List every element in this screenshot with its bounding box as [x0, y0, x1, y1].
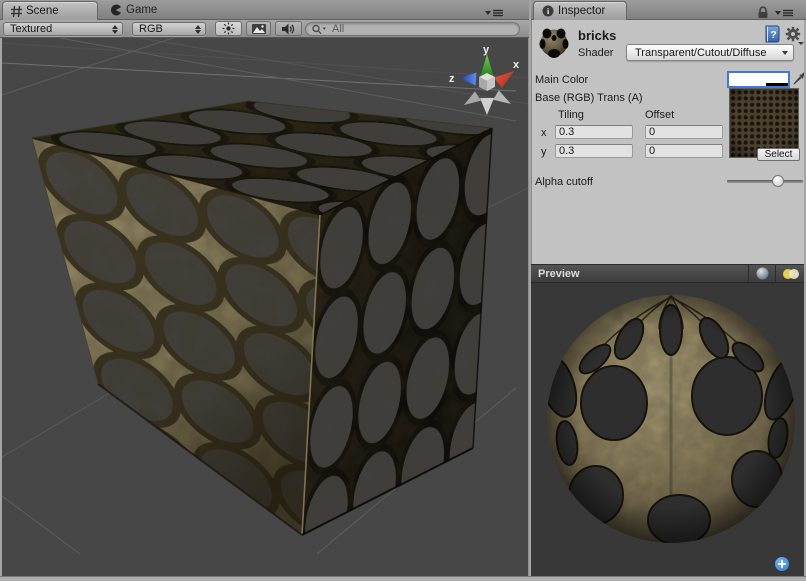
main-color-swatch[interactable] — [727, 71, 790, 88]
svg-text:?: ? — [770, 30, 776, 41]
updown-arrows-icon — [195, 25, 201, 34]
info-icon: i — [542, 5, 554, 17]
texture-select-button[interactable]: Select — [757, 148, 800, 161]
shader-label: Shader — [578, 47, 613, 59]
offset-y-field[interactable] — [645, 144, 723, 158]
help-icon[interactable]: ? — [763, 25, 781, 44]
sun-icon — [222, 22, 235, 35]
updown-arrows-icon — [112, 25, 118, 34]
scene-panel-menu-icon[interactable] — [485, 9, 503, 17]
chevron-down-icon — [775, 11, 781, 15]
gizmo-z-label: z — [449, 73, 455, 85]
speaker-icon — [282, 23, 295, 35]
shader-value: Transparent/Cutout/Diffuse — [635, 47, 782, 59]
main-color-label: Main Color — [535, 74, 588, 86]
preview-title: Preview — [538, 268, 748, 280]
lights-icon — [782, 268, 800, 280]
scene-viewport[interactable]: y x z — [2, 38, 528, 576]
color-mode-dropdown[interactable]: RGB — [132, 22, 206, 36]
texture-dots-pattern — [730, 89, 798, 157]
tab-game-label: Game — [126, 4, 157, 16]
row-x-label: x — [541, 127, 547, 139]
color-mode-value: RGB — [139, 23, 195, 35]
gizmo-z-cone[interactable] — [460, 73, 476, 86]
scene-search-field[interactable] — [305, 22, 520, 36]
skybox-toggle-button[interactable] — [246, 21, 271, 36]
menu-lines-icon — [493, 9, 503, 17]
gizmo-x-cone[interactable] — [494, 71, 514, 88]
search-input[interactable] — [330, 22, 513, 36]
tab-game[interactable]: Game — [110, 0, 157, 20]
offset-x-field[interactable] — [645, 125, 723, 139]
chevron-down-icon — [782, 51, 788, 55]
window-bottom-strip — [0, 576, 806, 581]
material-name: bricks — [578, 28, 616, 43]
preview-light-button[interactable] — [776, 265, 806, 282]
material-sphere-icon — [538, 25, 570, 61]
search-icon — [312, 24, 326, 35]
sphere-primitive-icon — [756, 267, 769, 280]
menu-lines-icon — [783, 9, 793, 17]
plus-icon — [781, 560, 783, 568]
tiling-x-field[interactable] — [555, 125, 633, 139]
tab-inspector-label: Inspector — [558, 5, 605, 17]
alpha-cutoff-knob[interactable] — [772, 175, 784, 187]
tab-scene-label: Scene — [26, 5, 59, 17]
asset-labels-button[interactable] — [775, 557, 789, 571]
gizmo-y-label: y — [483, 44, 490, 56]
unity-editor-window: Scene Game Textured RGB — [0, 0, 806, 581]
preview-primitive-button[interactable] — [749, 265, 775, 282]
scene-axis-gizmo[interactable]: y x z — [448, 42, 526, 120]
tab-scene[interactable]: Scene — [2, 1, 98, 20]
preview-sphere-canvas — [531, 283, 806, 576]
draw-mode-dropdown[interactable]: Textured — [3, 22, 123, 36]
preview-header[interactable]: Preview — [531, 264, 806, 283]
lock-icon[interactable] — [757, 6, 769, 19]
preview-area[interactable] — [531, 283, 806, 576]
window-left-edge — [0, 38, 2, 576]
tiling-label: Tiling — [558, 109, 584, 121]
row-y-label: y — [541, 146, 547, 158]
chevron-down-icon — [485, 11, 491, 15]
gizmo-neg-z-cone[interactable] — [464, 91, 481, 105]
alpha-cutoff-label: Alpha cutoff — [535, 176, 593, 188]
select-button-label: Select — [765, 149, 793, 160]
scene-grid-icon — [11, 6, 22, 17]
image-icon — [252, 24, 266, 34]
shader-dropdown[interactable]: Transparent/Cutout/Diffuse — [626, 44, 794, 61]
gizmo-neg-x-cone[interactable] — [493, 90, 511, 104]
tab-inspector[interactable]: i Inspector — [533, 1, 627, 20]
lighting-toggle-button[interactable] — [215, 21, 242, 36]
draw-mode-value: Textured — [10, 23, 112, 35]
color-alpha-bar — [729, 83, 788, 86]
gear-icon[interactable] — [785, 26, 804, 45]
game-icon — [110, 4, 122, 16]
offset-label: Offset — [645, 109, 674, 121]
gizmo-neg-y-cone[interactable] — [480, 98, 494, 115]
tiling-y-field[interactable] — [555, 144, 633, 158]
base-map-label: Base (RGB) Trans (A) — [535, 92, 643, 104]
inspector-panel-menu-icon[interactable] — [775, 9, 793, 17]
alpha-cutoff-slider[interactable] — [727, 180, 803, 183]
audio-toggle-button[interactable] — [275, 21, 302, 36]
textured-cube[interactable] — [2, 76, 528, 576]
gizmo-x-label: x — [513, 59, 520, 71]
